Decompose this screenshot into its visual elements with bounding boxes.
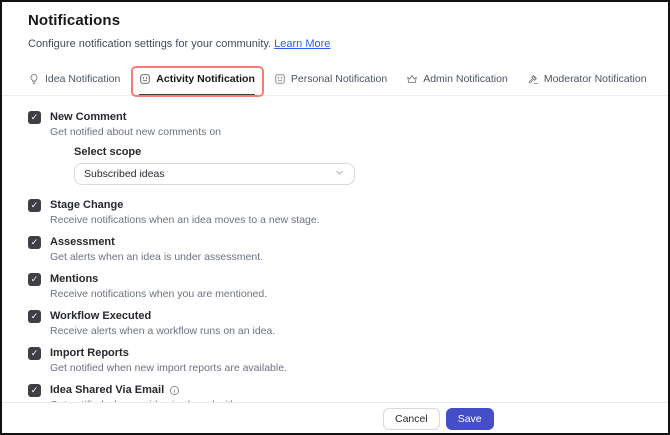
tab-activity-notification[interactable]: Activity Notification (131, 66, 264, 97)
setting-row-import-reports: ✓ Import Reports Get notified when new i… (28, 346, 642, 375)
scope-select-value: Subscribed ideas (84, 168, 165, 180)
tab-label: Idea Notification (45, 73, 121, 85)
checkmark-icon: ✓ (30, 311, 39, 321)
learn-more-link[interactable]: Learn More (274, 38, 330, 50)
import-reports-checkbox[interactable]: ✓ (28, 347, 41, 360)
setting-label-text: Idea Shared Via Email (50, 384, 165, 396)
gavel-icon (527, 73, 539, 85)
setting-label: New Comment (50, 111, 127, 123)
lightbulb-icon (28, 73, 40, 85)
setting-label: Workflow Executed (50, 310, 152, 322)
tab-moderator-notification[interactable]: Moderator Notification (527, 73, 647, 96)
settings-list: ✓ New Comment Get notified about new com… (0, 110, 670, 412)
cancel-button[interactable]: Cancel (383, 408, 440, 430)
footer-bar: Cancel Save (2, 402, 668, 433)
scope-select[interactable]: Subscribed ideas (74, 163, 355, 185)
select-scope-label: Select scope (74, 146, 142, 158)
setting-row-workflow-executed: ✓ Workflow Executed Receive alerts when … (28, 309, 642, 338)
setting-row-mentions: ✓ Mentions Receive notifications when yo… (28, 272, 642, 301)
setting-label: Stage Change (50, 199, 124, 211)
idea-shared-via-email-checkbox[interactable]: ✓ (28, 384, 41, 397)
workflow-executed-checkbox[interactable]: ✓ (28, 310, 41, 323)
checkmark-icon: ✓ (30, 385, 39, 395)
stage-change-checkbox[interactable]: ✓ (28, 199, 41, 212)
subtitle-text: Configure notification settings for your… (28, 38, 272, 50)
setting-description: Get notified when new import reports are… (50, 362, 287, 374)
tab-admin-notification[interactable]: Admin Notification (406, 73, 508, 96)
save-button[interactable]: Save (445, 408, 494, 430)
page-subtitle: Configure notification settings for your… (28, 38, 642, 50)
checkmark-icon: ✓ (30, 237, 39, 247)
scope-section: Select scope Subscribed ideas (74, 146, 642, 185)
checkmark-icon: ✓ (30, 200, 39, 210)
footer-buttons: Cancel Save (383, 408, 494, 430)
assessment-checkbox[interactable]: ✓ (28, 236, 41, 249)
setting-row-new-comment: ✓ New Comment Get notified about new com… (28, 110, 642, 139)
setting-label: Assessment (50, 236, 115, 248)
tab-label: Admin Notification (423, 73, 508, 85)
tab-label: Activity Notification (156, 73, 255, 85)
checkmark-icon: ✓ (30, 274, 39, 284)
reaction-icon (139, 73, 151, 85)
tab-label: Personal Notification (290, 73, 388, 85)
info-icon[interactable] (169, 385, 180, 396)
setting-description: Receive notifications when you are menti… (50, 288, 268, 300)
chevron-down-icon (334, 167, 345, 181)
checkmark-icon: ✓ (30, 348, 39, 358)
page-title: Notifications (28, 12, 121, 29)
setting-row-assessment: ✓ Assessment Get alerts when an idea is … (28, 235, 642, 264)
setting-label: Idea Shared Via Email (50, 383, 259, 397)
reaction-icon (274, 73, 286, 85)
checkmark-icon: ✓ (30, 112, 39, 122)
setting-description: Get alerts when an idea is under assessm… (50, 251, 264, 263)
notifications-settings-page: Notifications Configure notification set… (0, 0, 670, 433)
tab-personal-notification[interactable]: Personal Notification (274, 73, 387, 96)
new-comment-checkbox[interactable]: ✓ (28, 111, 41, 124)
setting-description: Receive notifications when an idea moves… (50, 214, 320, 226)
setting-row-stage-change: ✓ Stage Change Receive notifications whe… (28, 198, 642, 227)
setting-label: Import Reports (50, 347, 129, 359)
tab-label: Moderator Notification (543, 73, 647, 85)
tab-idea-notification[interactable]: Idea Notification (28, 73, 120, 96)
page-header: Notifications Configure notification set… (0, 0, 670, 50)
setting-description: Get notified about new comments on (50, 126, 222, 138)
setting-description: Receive alerts when a workflow runs on a… (50, 325, 276, 337)
mentions-checkbox[interactable]: ✓ (28, 273, 41, 286)
crown-icon (406, 73, 418, 85)
notification-tabs: Idea Notification Activity Notification … (0, 66, 670, 97)
setting-label: Mentions (50, 273, 99, 285)
